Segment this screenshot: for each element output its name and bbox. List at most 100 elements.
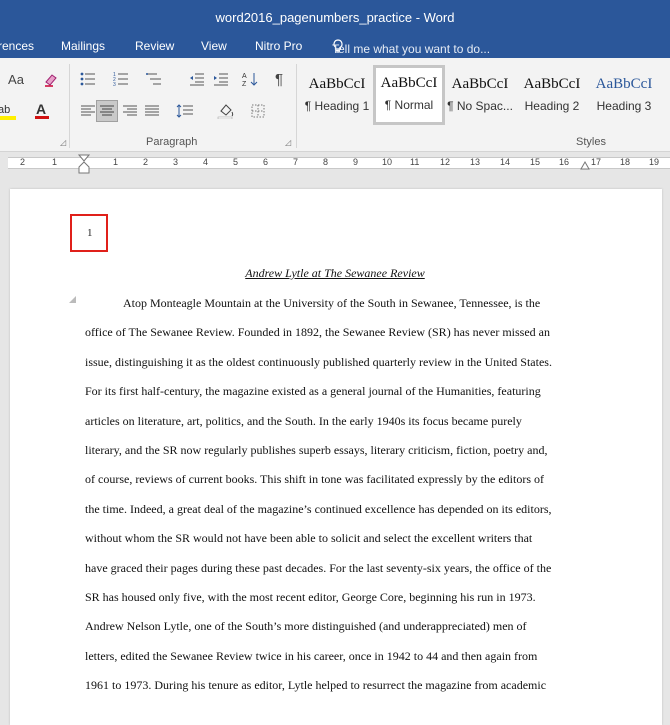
style-no-spacing[interactable]: AaBbCcI ¶ No Spac... bbox=[445, 66, 515, 122]
numbering-icon[interactable]: 123 bbox=[110, 68, 132, 90]
ruler-number: 17 bbox=[591, 157, 602, 167]
style-sample: AaBbCcI bbox=[308, 76, 366, 92]
svg-text:ab: ab bbox=[0, 104, 10, 116]
tab-references[interactable]: rences bbox=[0, 39, 34, 53]
ruler-number: 4 bbox=[203, 157, 209, 167]
svg-text:A: A bbox=[36, 101, 46, 117]
line-spacing-icon[interactable] bbox=[174, 100, 196, 122]
style-heading-1[interactable]: AaBbCcI ¶ Heading 1 bbox=[302, 66, 372, 122]
style-name: ¶ Normal bbox=[384, 98, 434, 112]
tell-me-box[interactable]: Tell me what you want to do... bbox=[332, 39, 490, 56]
ruler-number: 18 bbox=[620, 157, 631, 167]
window-title: word2016_pagenumbers_practice - Word bbox=[215, 10, 455, 25]
sort-icon[interactable]: AZ bbox=[239, 68, 261, 90]
separator bbox=[296, 64, 297, 148]
style-name: Heading 2 bbox=[524, 99, 580, 113]
document-body[interactable]: Atop Monteagle Mountain at the Universit… bbox=[85, 289, 589, 700]
svg-text:A: A bbox=[242, 73, 247, 80]
style-name: ¶ No Spac... bbox=[447, 99, 513, 113]
text-line: SR has housed only five, with the most r… bbox=[85, 589, 536, 604]
style-sample: AaBbCcI bbox=[595, 76, 653, 92]
bullets-icon[interactable] bbox=[77, 68, 99, 90]
font-color-icon[interactable]: A bbox=[32, 100, 54, 122]
svg-text:3: 3 bbox=[113, 82, 116, 86]
ruler-number: 8 bbox=[323, 157, 329, 167]
align-center-icon[interactable] bbox=[96, 100, 118, 122]
tab-mailings[interactable]: Mailings bbox=[61, 39, 105, 53]
text-line: Atop Monteagle Mountain at the Universit… bbox=[123, 296, 541, 310]
style-sample: AaBbCcI bbox=[451, 76, 509, 92]
text-line: of course, reviews of current books. Thi… bbox=[85, 472, 544, 487]
ruler-number: 6 bbox=[263, 157, 269, 167]
paragraph-group-label: Paragraph bbox=[146, 136, 198, 148]
horizontal-ruler[interactable]: 2 1 1 2 3 4 5 6 7 8 9 10 11 12 13 14 15 … bbox=[0, 152, 670, 174]
ruler-number: 1 bbox=[113, 157, 119, 167]
increase-indent-icon[interactable] bbox=[210, 68, 232, 90]
ribbon-tabs: rences Mailings Review View Nitro Pro Te… bbox=[0, 36, 670, 58]
text-line: letters, edited the Sewanee Review twice… bbox=[85, 648, 538, 663]
text-highlight-icon[interactable]: ab bbox=[0, 100, 22, 122]
styles-group-label: Styles bbox=[576, 136, 606, 148]
text-line: articles on literature, art, politics, a… bbox=[85, 413, 522, 428]
tab-view[interactable]: View bbox=[201, 39, 227, 53]
svg-text:Z: Z bbox=[242, 81, 247, 87]
font-dialog-launcher-icon[interactable]: ◿ bbox=[60, 138, 66, 147]
ruler-number: 7 bbox=[293, 157, 299, 167]
ruler-number: 16 bbox=[559, 157, 570, 167]
ruler-number: 2 bbox=[143, 157, 149, 167]
paragraph-dialog-launcher-icon[interactable]: ◿ bbox=[285, 138, 291, 147]
align-right-icon[interactable] bbox=[119, 100, 141, 122]
document-title[interactable]: Andrew Lytle at The Sewanee Review bbox=[10, 266, 660, 281]
page-number[interactable]: 1 bbox=[87, 227, 93, 239]
tab-nitro-pro[interactable]: Nitro Pro bbox=[255, 39, 302, 53]
change-case-label: Aa bbox=[8, 71, 24, 87]
ruler-number: 13 bbox=[470, 157, 481, 167]
text-line: literary, and the SR now regularly publi… bbox=[85, 442, 548, 457]
paragraph-anchor-icon bbox=[69, 296, 76, 303]
ruler-number: 10 bbox=[382, 157, 393, 167]
style-normal[interactable]: AaBbCcI ¶ Normal bbox=[373, 65, 445, 125]
ruler-number: 12 bbox=[440, 157, 451, 167]
indent-marker-icon[interactable] bbox=[78, 154, 90, 174]
ribbon: Aa ab A 123 AZ ¶ Paragraph ◿ ◿ AaBbCcI ¶… bbox=[0, 58, 670, 152]
text-line: For its first half-century, the magazine… bbox=[85, 384, 541, 399]
show-marks-icon[interactable]: ¶ bbox=[268, 68, 290, 90]
right-indent-marker-icon[interactable] bbox=[580, 160, 590, 170]
separator bbox=[69, 64, 70, 148]
borders-icon[interactable] bbox=[247, 100, 269, 122]
ruler-number: 1 bbox=[52, 157, 58, 167]
ruler-number: 11 bbox=[410, 157, 420, 167]
text-line: have graced their pages during these pas… bbox=[85, 560, 552, 575]
text-line: office of The Sewanee Review. Founded in… bbox=[85, 325, 550, 340]
ruler-number: 15 bbox=[530, 157, 541, 167]
style-name: ¶ Heading 1 bbox=[304, 99, 370, 113]
style-heading-2[interactable]: AaBbCcI Heading 2 bbox=[517, 66, 587, 122]
style-heading-3[interactable]: AaBbCcI Heading 3 bbox=[589, 66, 659, 122]
text-line: the time. Indeed, a great deal of the ma… bbox=[85, 501, 552, 516]
change-case-button[interactable]: Aa bbox=[3, 68, 29, 90]
ruler-number: 19 bbox=[649, 157, 660, 167]
shading-icon[interactable] bbox=[215, 100, 237, 122]
text-line: without whom the SR would not have been … bbox=[85, 531, 533, 546]
style-sample: AaBbCcI bbox=[523, 76, 581, 92]
page-number-highlight: 1 bbox=[70, 214, 108, 252]
text-line: issue, distinguishing it as the oldest c… bbox=[85, 354, 552, 369]
ruler-number: 3 bbox=[173, 157, 179, 167]
ruler-number: 5 bbox=[233, 157, 239, 167]
document-page[interactable]: 1 Andrew Lytle at The Sewanee Review Ato… bbox=[10, 189, 662, 725]
style-sample: AaBbCcI bbox=[380, 75, 438, 91]
ruler-number: 2 bbox=[20, 157, 26, 167]
decrease-indent-icon[interactable] bbox=[186, 68, 208, 90]
ruler-strip: 2 1 1 2 3 4 5 6 7 8 9 10 11 12 13 14 15 … bbox=[8, 157, 670, 169]
tell-me-text: Tell me what you want to do... bbox=[332, 42, 491, 56]
justify-icon[interactable] bbox=[141, 100, 163, 122]
text-line: 1961 to 1973. During his tenure as edito… bbox=[85, 678, 547, 693]
text-line: Andrew Nelson Lytle, one of the South’s … bbox=[85, 619, 527, 634]
style-name: Heading 3 bbox=[596, 99, 652, 113]
multilevel-list-icon[interactable] bbox=[143, 68, 165, 90]
ruler-number: 9 bbox=[353, 157, 359, 167]
tab-review[interactable]: Review bbox=[135, 39, 174, 53]
ruler-number: 14 bbox=[500, 157, 511, 167]
title-bar: word2016_pagenumbers_practice - Word bbox=[0, 0, 670, 36]
clear-formatting-icon[interactable] bbox=[40, 68, 62, 90]
